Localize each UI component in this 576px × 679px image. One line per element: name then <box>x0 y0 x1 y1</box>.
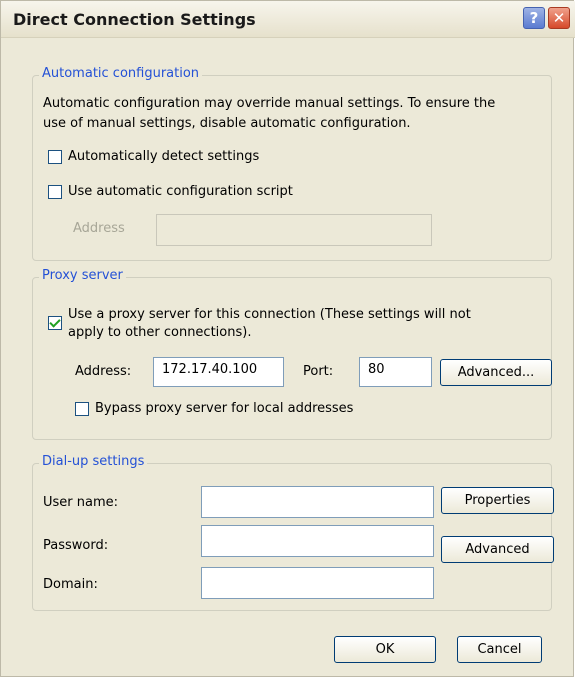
bypass-local-label[interactable]: Bypass proxy server for local addresses <box>95 401 353 416</box>
proxy-server-group: Proxy server Use a proxy server for this… <box>32 268 552 440</box>
proxy-port-label: Port: <box>303 364 334 379</box>
ok-button[interactable]: OK <box>334 636 436 663</box>
direct-connection-settings-dialog: Direct Connection Settings ? ✕ Automatic… <box>0 0 575 677</box>
auto-config-description-line2: use of manual settings, disable automati… <box>43 116 411 131</box>
window-title: Direct Connection Settings <box>13 10 256 29</box>
proxy-address-input[interactable]: 172.17.40.100 <box>153 357 284 387</box>
script-address-input[interactable] <box>156 214 432 246</box>
proxy-address-label: Address: <box>75 364 132 379</box>
dial-up-settings-group: Dial-up settings User name: Password: Do… <box>32 454 554 611</box>
domain-label: Domain: <box>43 577 98 592</box>
use-proxy-label-line2[interactable]: apply to other connections). <box>68 325 251 340</box>
proxy-server-legend: Proxy server <box>39 268 126 283</box>
script-address-label: Address <box>73 221 125 236</box>
properties-button[interactable]: Properties <box>441 487 554 514</box>
auto-config-description-line1: Automatic configuration may override man… <box>43 96 496 111</box>
proxy-advanced-button[interactable]: Advanced... <box>440 359 552 386</box>
config-script-label[interactable]: Use automatic configuration script <box>68 184 293 199</box>
proxy-port-input[interactable]: 80 <box>359 357 432 387</box>
dial-up-settings-legend: Dial-up settings <box>39 454 148 469</box>
password-input[interactable] <box>201 525 434 557</box>
cancel-button[interactable]: Cancel <box>457 636 542 663</box>
dialup-advanced-button[interactable]: Advanced <box>441 536 554 563</box>
detect-settings-label[interactable]: Automatically detect settings <box>68 149 259 164</box>
bypass-local-checkbox[interactable] <box>75 402 89 416</box>
close-icon[interactable]: ✕ <box>548 7 570 29</box>
detect-settings-checkbox[interactable] <box>48 150 62 164</box>
automatic-configuration-group: Automatic configuration Automatic config… <box>32 66 552 261</box>
title-bar: Direct Connection Settings ? ✕ <box>1 1 575 38</box>
help-icon[interactable]: ? <box>523 7 545 29</box>
domain-input[interactable] <box>201 567 434 599</box>
user-name-label: User name: <box>43 495 119 510</box>
config-script-checkbox[interactable] <box>48 185 62 199</box>
password-label: Password: <box>43 538 109 553</box>
use-proxy-checkbox[interactable] <box>48 316 62 330</box>
use-proxy-label-line1[interactable]: Use a proxy server for this connection (… <box>68 307 471 322</box>
user-name-input[interactable] <box>201 486 434 518</box>
automatic-configuration-legend: Automatic configuration <box>39 66 203 81</box>
